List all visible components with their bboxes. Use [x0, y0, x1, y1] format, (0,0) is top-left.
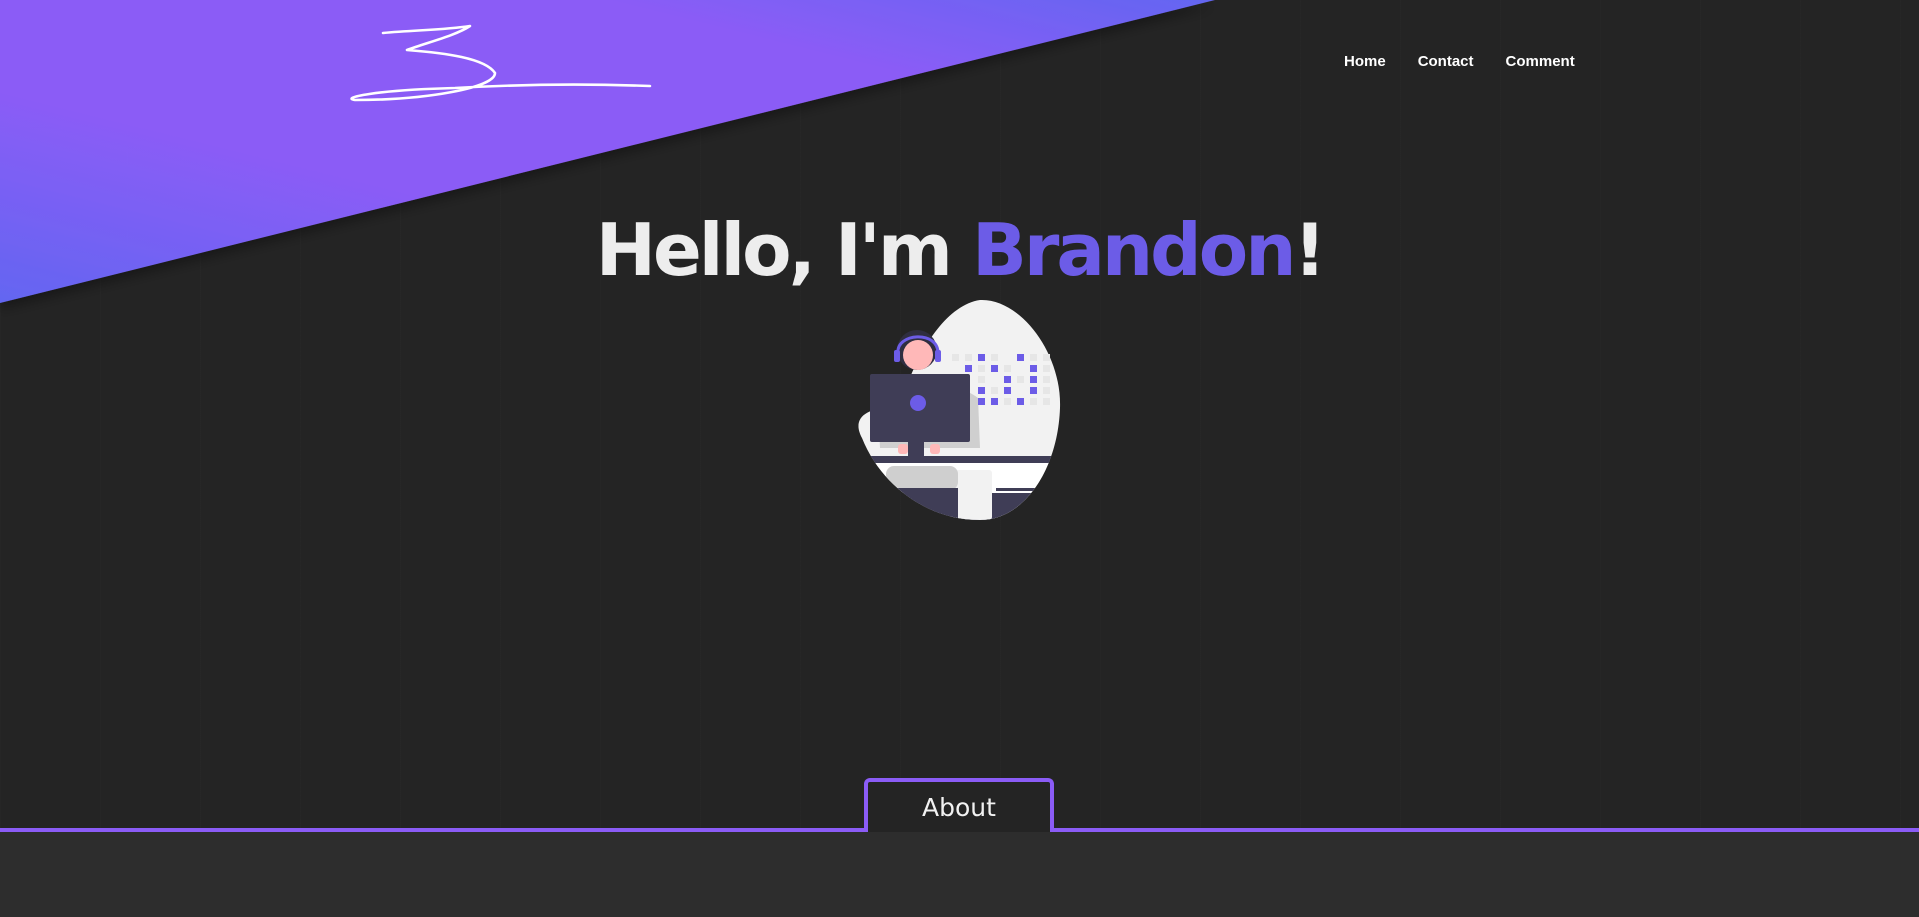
signature-logo[interactable]: [345, 18, 655, 108]
about-tab[interactable]: About: [864, 778, 1054, 836]
hero-heading: Hello, I'm Brandon!: [0, 205, 1919, 295]
nav-comment-link[interactable]: Comment: [1506, 53, 1575, 70]
nav-contact-link[interactable]: Contact: [1418, 53, 1474, 70]
nav-home-link[interactable]: Home: [1344, 53, 1386, 70]
about-tab-label: About: [922, 792, 996, 822]
hero-name: Brandon: [971, 208, 1296, 292]
about-tab-cover: [868, 832, 1050, 836]
hero-suffix: !: [1293, 208, 1326, 292]
about-section-background: [0, 832, 1919, 917]
top-navigation: Home Contact Comment: [1344, 53, 1575, 70]
hero-greeting: Hello, I'm: [595, 208, 972, 292]
person-at-laptop-illustration: [858, 299, 1061, 520]
